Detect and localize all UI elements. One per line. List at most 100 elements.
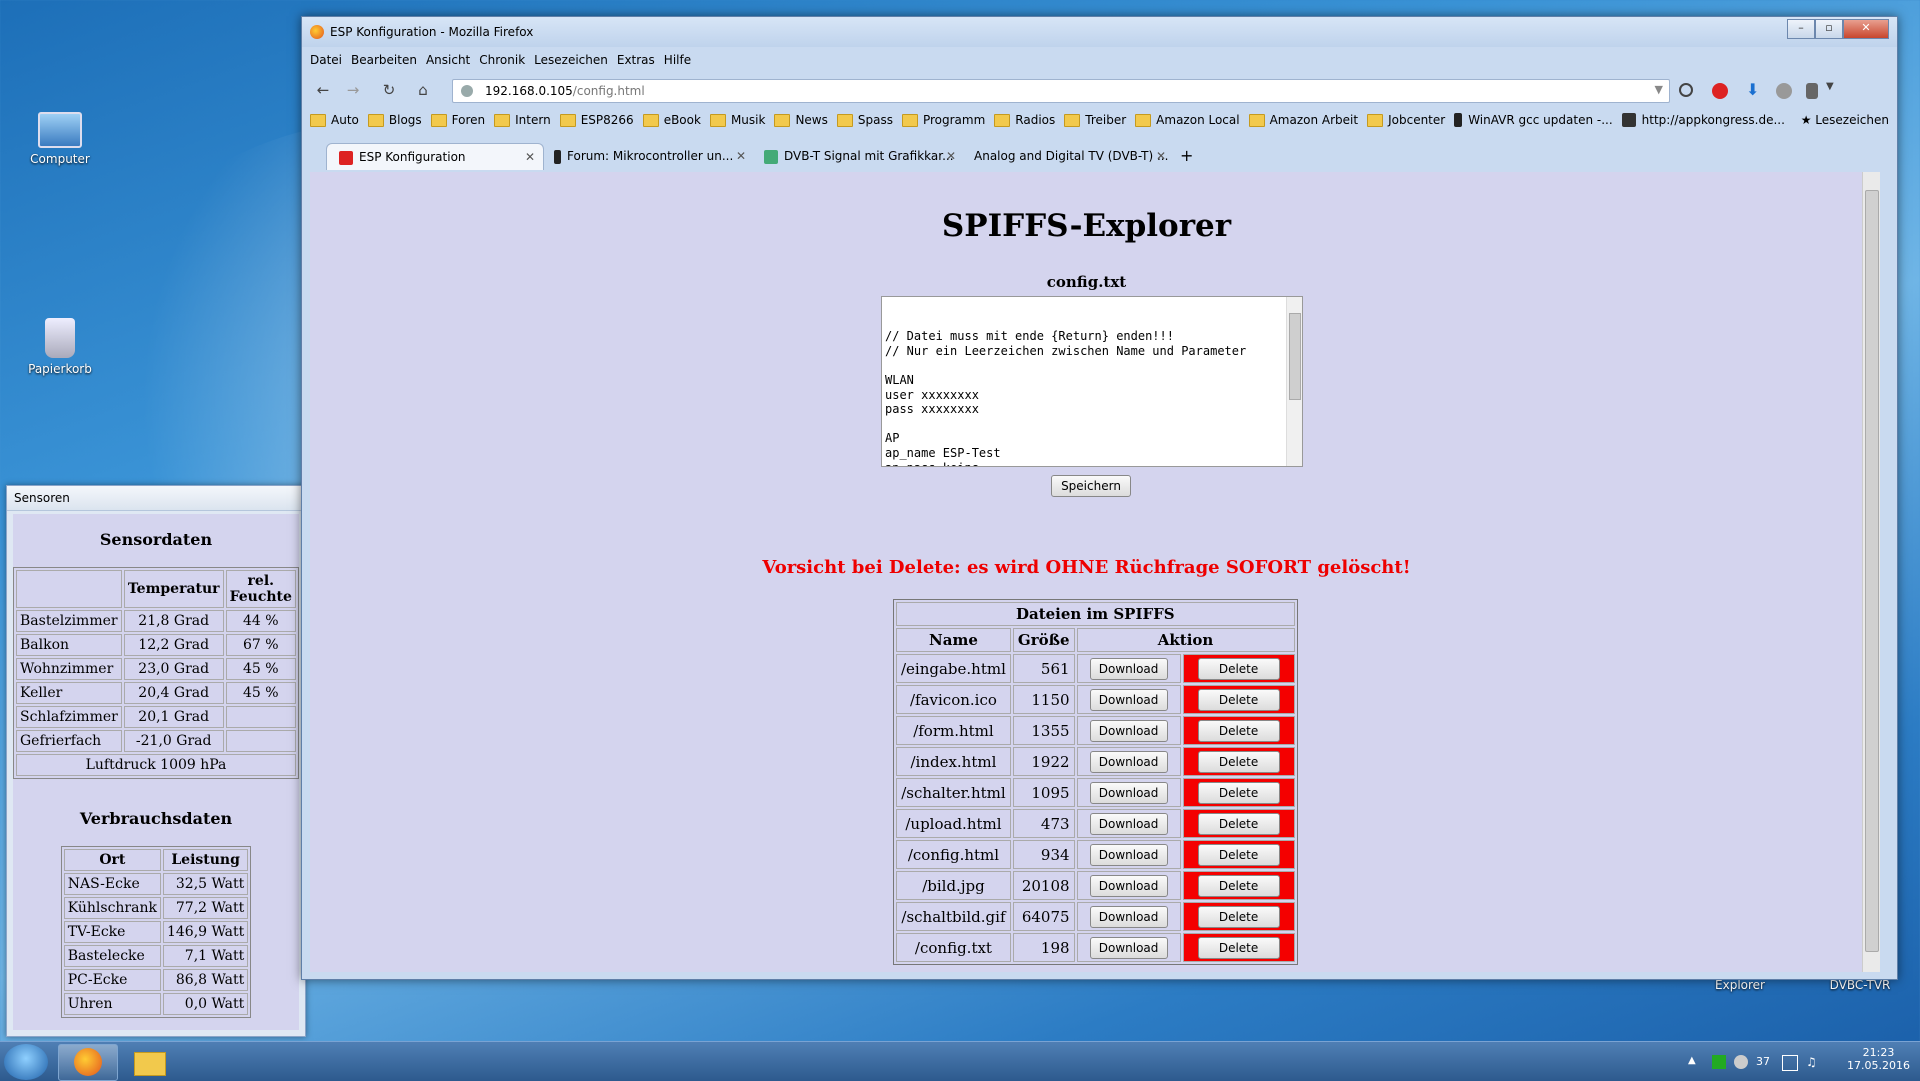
url-bar[interactable]: 192.168.0.105/config.html ▼: [452, 79, 1670, 103]
close-tab-icon[interactable]: ✕: [1156, 143, 1166, 169]
menu-hilfe[interactable]: Hilfe: [664, 49, 691, 71]
bookmark-folder[interactable]: Blogs: [367, 113, 422, 127]
bookmark-folder[interactable]: Amazon Local: [1135, 113, 1240, 127]
delete-button[interactable]: Delete: [1197, 812, 1280, 835]
delete-button[interactable]: Delete: [1197, 843, 1280, 866]
delete-button[interactable]: Delete: [1197, 688, 1280, 711]
bookmark-link[interactable]: WinAVR gcc updaten -...: [1454, 113, 1613, 127]
folder-icon: [836, 113, 853, 127]
delete-button[interactable]: Delete: [1197, 657, 1280, 680]
addon-icon[interactable]: [1776, 83, 1792, 99]
close-button[interactable]: ✕: [1843, 19, 1889, 39]
sync-tray-icon[interactable]: [1734, 1055, 1748, 1069]
sensor-gadget[interactable]: Sensoren Sensordaten Temperatur rel. Feu…: [6, 485, 306, 1037]
delete-cell: Delete: [1182, 747, 1295, 776]
sync-icon[interactable]: [1679, 83, 1693, 97]
folder-icon: [994, 113, 1011, 127]
close-tab-icon[interactable]: ✕: [525, 144, 535, 170]
download-button[interactable]: Download: [1089, 657, 1168, 680]
close-tab-icon[interactable]: ✕: [736, 143, 746, 169]
home-icon[interactable]: ⌂: [412, 80, 434, 100]
bookmark-folder[interactable]: eBook: [642, 113, 701, 127]
tab-esp-konfiguration[interactable]: ESP Konfiguration ✕: [326, 143, 544, 170]
bookmark-link[interactable]: http://appkongress.de...: [1621, 113, 1785, 127]
menu-lesezeichen[interactable]: Lesezeichen: [534, 49, 608, 71]
folder-icon: [134, 1052, 166, 1076]
bookmark-folder[interactable]: Radios: [994, 113, 1055, 127]
volume-icon[interactable]: ♫: [1806, 1055, 1820, 1069]
bookmark-folder[interactable]: Programm: [901, 113, 985, 127]
tab-forum[interactable]: Forum: Mikrocontroller un... ✕: [542, 143, 754, 169]
back-icon[interactable]: ←: [312, 80, 334, 100]
config-editor[interactable]: // Datei muss mit ende {Return} enden!!!…: [881, 296, 1303, 467]
bookmark-folder[interactable]: Treiber: [1064, 113, 1126, 127]
table-row: Bastelecke 7,1 Watt: [63, 945, 249, 967]
download-button[interactable]: Download: [1089, 812, 1168, 835]
delete-button[interactable]: Delete: [1197, 874, 1280, 897]
bookmark-folder[interactable]: Jobcenter: [1367, 113, 1445, 127]
page-scroll-thumb[interactable]: [1865, 190, 1879, 952]
bookmark-folder[interactable]: Amazon Arbeit: [1248, 113, 1358, 127]
download-button[interactable]: Download: [1089, 688, 1168, 711]
download-button[interactable]: Download: [1089, 781, 1168, 804]
url-dropdown-icon[interactable]: ▼: [1655, 83, 1663, 96]
bookmark-folder[interactable]: Foren: [430, 113, 485, 127]
bookmark-folder[interactable]: News: [774, 113, 828, 127]
menu-ansicht[interactable]: Ansicht: [426, 49, 470, 71]
tab-analog-digital-tv[interactable]: Analog and Digital TV (DVB-T) ... ✕: [962, 143, 1174, 169]
menu-datei[interactable]: Datei: [310, 49, 342, 71]
page-scrollbar[interactable]: [1862, 172, 1880, 972]
clipboard-icon[interactable]: [1806, 83, 1818, 99]
editor-scroll-thumb[interactable]: [1289, 313, 1301, 400]
maximize-button[interactable]: ▫: [1815, 19, 1843, 39]
monitor-icon[interactable]: [1782, 1055, 1798, 1071]
desktop-icon-computer[interactable]: Computer: [20, 112, 100, 166]
taskbar-firefox[interactable]: [58, 1044, 118, 1081]
menu-extras[interactable]: Extras: [617, 49, 655, 71]
desktop-icon-explorer[interactable]: Explorer: [1700, 978, 1780, 992]
delete-button[interactable]: Delete: [1197, 936, 1280, 959]
network-status-icon[interactable]: [1712, 1055, 1726, 1069]
new-tab-button[interactable]: +: [1174, 143, 1204, 169]
taskbar-explorer[interactable]: [120, 1044, 180, 1081]
minimize-button[interactable]: –: [1787, 19, 1815, 39]
download-button[interactable]: Download: [1089, 905, 1168, 928]
download-button[interactable]: Download: [1089, 843, 1168, 866]
editor-scrollbar[interactable]: [1286, 297, 1302, 466]
download-button[interactable]: Download: [1089, 750, 1168, 773]
file-name: /favicon.ico: [896, 685, 1011, 714]
delete-button[interactable]: Delete: [1197, 719, 1280, 742]
reload-icon[interactable]: ↻: [378, 80, 400, 100]
delete-button[interactable]: Delete: [1197, 905, 1280, 928]
clock[interactable]: 21:23 17.05.2016: [1847, 1046, 1910, 1072]
save-button[interactable]: Speichern: [1051, 475, 1131, 497]
menu-bearbeiten[interactable]: Bearbeiten: [351, 49, 417, 71]
desktop-icon-dvbc[interactable]: DVBC-TVR: [1820, 978, 1900, 992]
adblock-icon[interactable]: [1712, 83, 1728, 99]
download-button[interactable]: Download: [1089, 719, 1168, 742]
bookmark-folder[interactable]: Musik: [709, 113, 765, 127]
delete-button[interactable]: Delete: [1197, 781, 1280, 804]
start-button[interactable]: [4, 1044, 48, 1080]
download-button[interactable]: Download: [1089, 936, 1168, 959]
site-info-icon[interactable]: [461, 85, 473, 97]
menu-dropdown-icon[interactable]: ▼: [1826, 81, 1842, 97]
close-tab-icon[interactable]: ✕: [946, 143, 956, 169]
table-cell: Kühlschrank: [63, 897, 161, 919]
bookmarks-menu-button[interactable]: ★ Lesezeichen: [1801, 113, 1889, 127]
desktop-icon-recycle-bin[interactable]: Papierkorb: [20, 318, 100, 376]
download-icon[interactable]: ⬇: [1746, 80, 1762, 99]
bookmark-folder[interactable]: Intern: [494, 113, 551, 127]
delete-button[interactable]: Delete: [1197, 750, 1280, 773]
bookmark-folder[interactable]: Spass: [836, 113, 893, 127]
download-button[interactable]: Download: [1089, 874, 1168, 897]
menu-chronik[interactable]: Chronik: [479, 49, 525, 71]
show-hidden-icons[interactable]: ▲: [1688, 1055, 1702, 1069]
bookmark-folder[interactable]: Auto: [310, 113, 359, 127]
bookmark-folder[interactable]: ESP8266: [559, 113, 634, 127]
delete-cell: Delete: [1182, 809, 1295, 838]
title-bar[interactable]: ESP Konfiguration - Mozilla Firefox – ▫ …: [302, 17, 1897, 47]
tray-number[interactable]: 37: [1756, 1055, 1770, 1069]
tab-dvbt[interactable]: DVB-T Signal mit Grafikkar... ✕: [752, 143, 964, 169]
forward-icon[interactable]: →: [342, 80, 364, 100]
